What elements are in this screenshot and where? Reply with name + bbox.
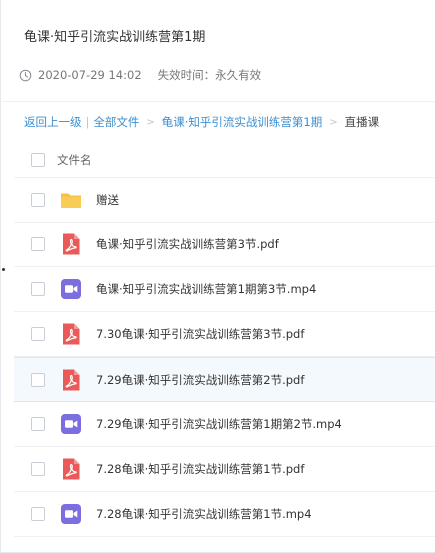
file-row[interactable]: 7.29龟课·知乎引流实战训练营第1期第2节.mp4 [14,402,435,447]
file-row[interactable]: 7.28龟课·知乎引流实战训练营第1节.mp4 [14,492,435,537]
row-checkbox[interactable] [31,193,45,207]
row-checkbox[interactable] [31,237,45,251]
share-date: 2020-07-29 14:02 [38,68,142,82]
clock-icon [19,69,32,81]
video-icon [61,504,81,524]
file-name[interactable]: 7.30龟课·知乎引流实战训练营第3节.pdf [96,326,304,342]
file-name[interactable]: 龟课·知乎引流实战训练营第3节.pdf [96,236,279,252]
pdf-icon [63,233,80,255]
row-checkbox[interactable] [31,282,45,296]
current-folder: 直播课 [344,115,380,129]
row-checkbox[interactable] [31,372,45,387]
pdf-icon [63,369,80,390]
video-icon [61,279,81,299]
file-row[interactable]: 龟课·知乎引流实战训练营第1期第3节.mp4 [14,267,435,312]
stray-dot [2,268,5,271]
folder-icon [61,193,81,208]
row-checkbox[interactable] [31,327,45,341]
file-row[interactable]: 7.29龟课·知乎引流实战训练营第2节.pdf [14,357,435,402]
filename-column-header: 文件名 [57,152,92,167]
pdf-icon [63,323,80,345]
row-checkbox[interactable] [31,417,45,431]
file-name[interactable]: 7.28龟课·知乎引流实战训练营第1节.pdf [96,461,304,477]
validity-text: 失效时间：永久有效 [157,68,262,82]
select-all-checkbox[interactable] [31,152,45,167]
row-checkbox[interactable] [31,507,45,521]
chevron-right-icon: > [146,116,155,128]
file-name[interactable]: 7.29龟课·知乎引流实战训练营第1期第2节.mp4 [96,416,342,432]
file-row[interactable]: 7.30龟课·知乎引流实战训练营第3节.pdf [14,312,435,357]
file-list-header: 文件名 [14,142,435,178]
file-name[interactable]: 7.28龟课·知乎引流实战训练营第1节.mp4 [96,506,312,522]
all-files-link[interactable]: 全部文件 [93,114,139,130]
breadcrumb: 返回上一级 | 全部文件 > 龟课·知乎引流实战训练营第1期 > 直播课 [24,114,379,130]
file-name[interactable]: 7.29龟课·知乎引流实战训练营第2节.pdf [96,372,304,388]
folder-link[interactable]: 龟课·知乎引流实战训练营第1期 [162,114,322,130]
file-row[interactable]: 龟课·知乎引流实战训练营第3节.pdf [14,222,435,267]
chevron-right-icon: > [329,116,338,128]
page-title: 龟课·知乎引流实战训练营第1期 [24,30,206,45]
file-name[interactable]: 赠送 [96,192,119,208]
file-row[interactable]: 赠送 [14,178,435,223]
pdf-icon [63,458,80,480]
video-icon [61,414,81,434]
divider [0,101,435,102]
file-row[interactable]: 7.28龟课·知乎引流实战训练营第1节.pdf [14,447,435,492]
breadcrumb-separator: | [85,115,90,129]
back-link[interactable]: 返回上一级 [24,114,82,130]
file-name[interactable]: 龟课·知乎引流实战训练营第1期第3节.mp4 [96,281,316,297]
row-checkbox[interactable] [31,462,45,476]
share-meta: 2020-07-29 14:02 失效时间：永久有效 [19,66,261,84]
